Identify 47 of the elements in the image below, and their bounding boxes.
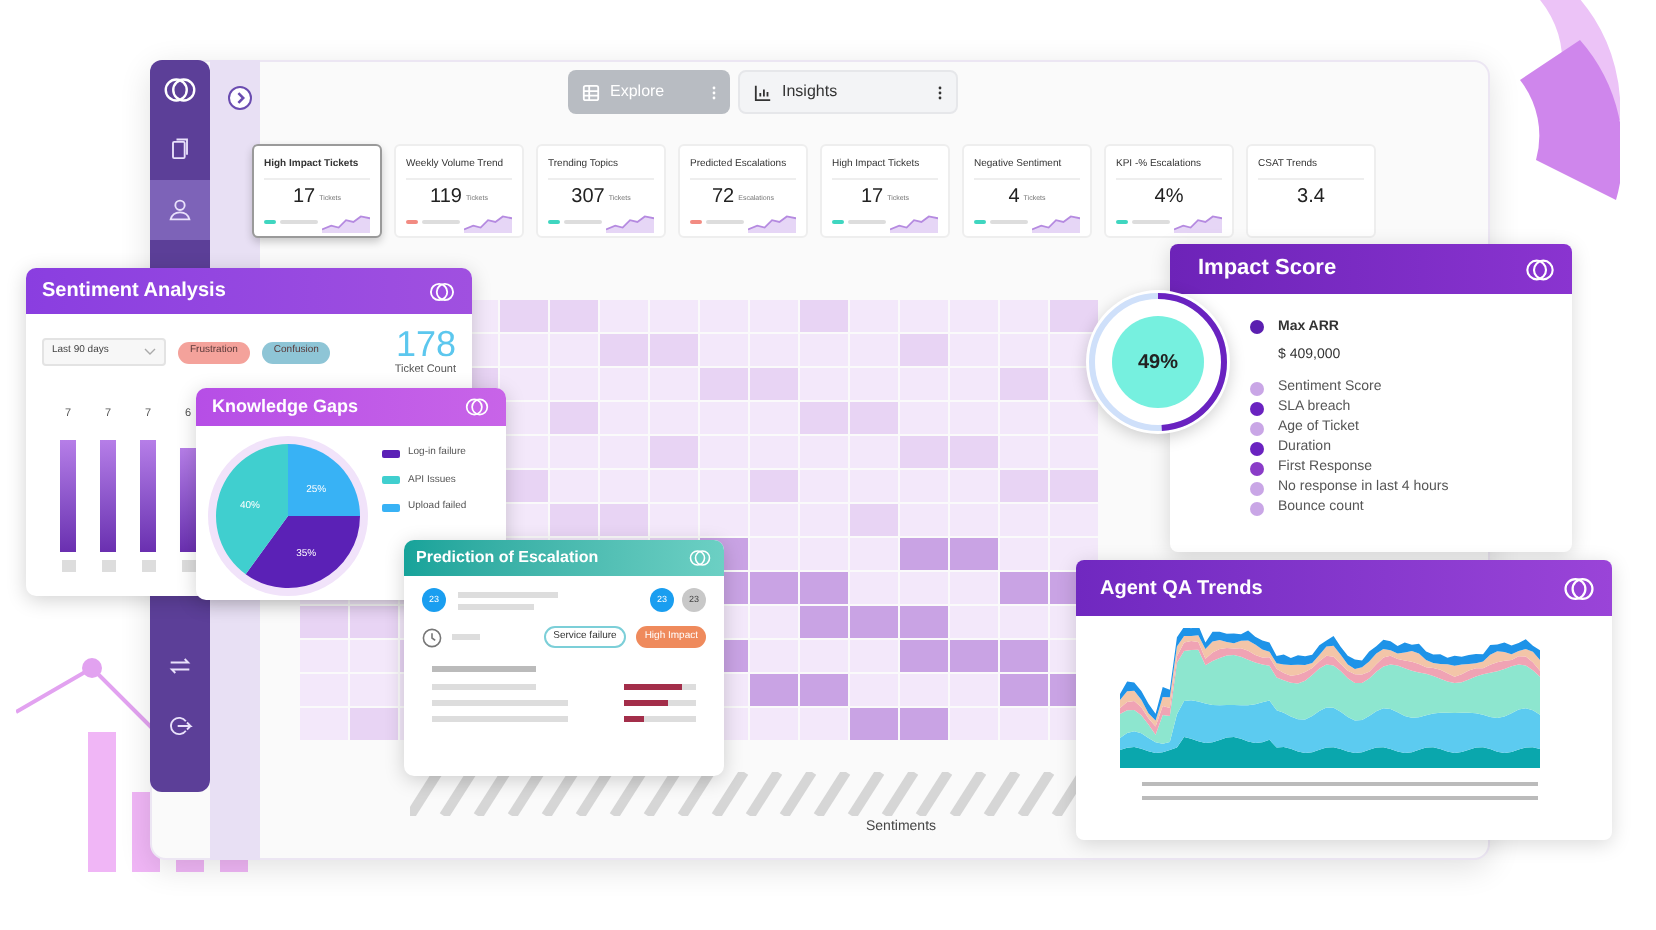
user-icon [166, 196, 194, 224]
kpi-value: 17 [860, 185, 884, 207]
bar [60, 439, 76, 551]
bar-chart-icon [754, 83, 772, 101]
rings-icon [428, 277, 456, 305]
card-title: Impact Score [1198, 254, 1337, 285]
kpi-value: 3.4 [1297, 185, 1325, 207]
clock-icon [422, 627, 442, 647]
kpi-value: 72 [711, 185, 735, 207]
text-placeholder [432, 700, 568, 706]
bar [100, 439, 116, 551]
table-icon [582, 83, 600, 101]
chevron-icon [232, 90, 248, 106]
rings-icon [464, 394, 490, 420]
text-placeholder [452, 634, 480, 640]
rings-icon [688, 546, 712, 570]
bar [180, 447, 196, 551]
sidebar-item[interactable] [150, 180, 210, 240]
legend-swatch [382, 476, 400, 485]
kpi-value: 17 [292, 185, 316, 207]
kpi-value: 4 [1008, 185, 1020, 207]
card-title: Agent QA Trends [1100, 575, 1263, 603]
bar-placeholder [61, 559, 75, 571]
score-value: 49% [1112, 316, 1204, 408]
view-tab[interactable]: Insights [738, 70, 958, 114]
rings-icon [162, 72, 198, 108]
documents-icon [166, 136, 194, 164]
legend-swatch [382, 503, 400, 512]
text-placeholder [432, 666, 536, 672]
kpi-value: 4% [1154, 185, 1184, 207]
bar-placeholder [141, 559, 155, 571]
bar [140, 439, 156, 551]
text-placeholder [432, 716, 568, 722]
card-title: Sentiment Analysis [42, 278, 226, 306]
text-placeholder [458, 591, 558, 597]
bar-placeholder [181, 559, 195, 571]
card-title: Prediction of Escalation [416, 546, 599, 570]
bar-placeholder [101, 559, 115, 571]
logout-icon [166, 712, 194, 740]
kpi-value: 119 [430, 185, 462, 207]
text-placeholder [458, 603, 534, 609]
legend-swatch [382, 449, 400, 458]
text-placeholder [432, 684, 536, 690]
kpi-value: 307 [571, 185, 605, 207]
ticket-count: 178 [395, 326, 456, 362]
card-title: Knowledge Gaps [212, 393, 359, 420]
chevron-down-icon [144, 348, 156, 357]
